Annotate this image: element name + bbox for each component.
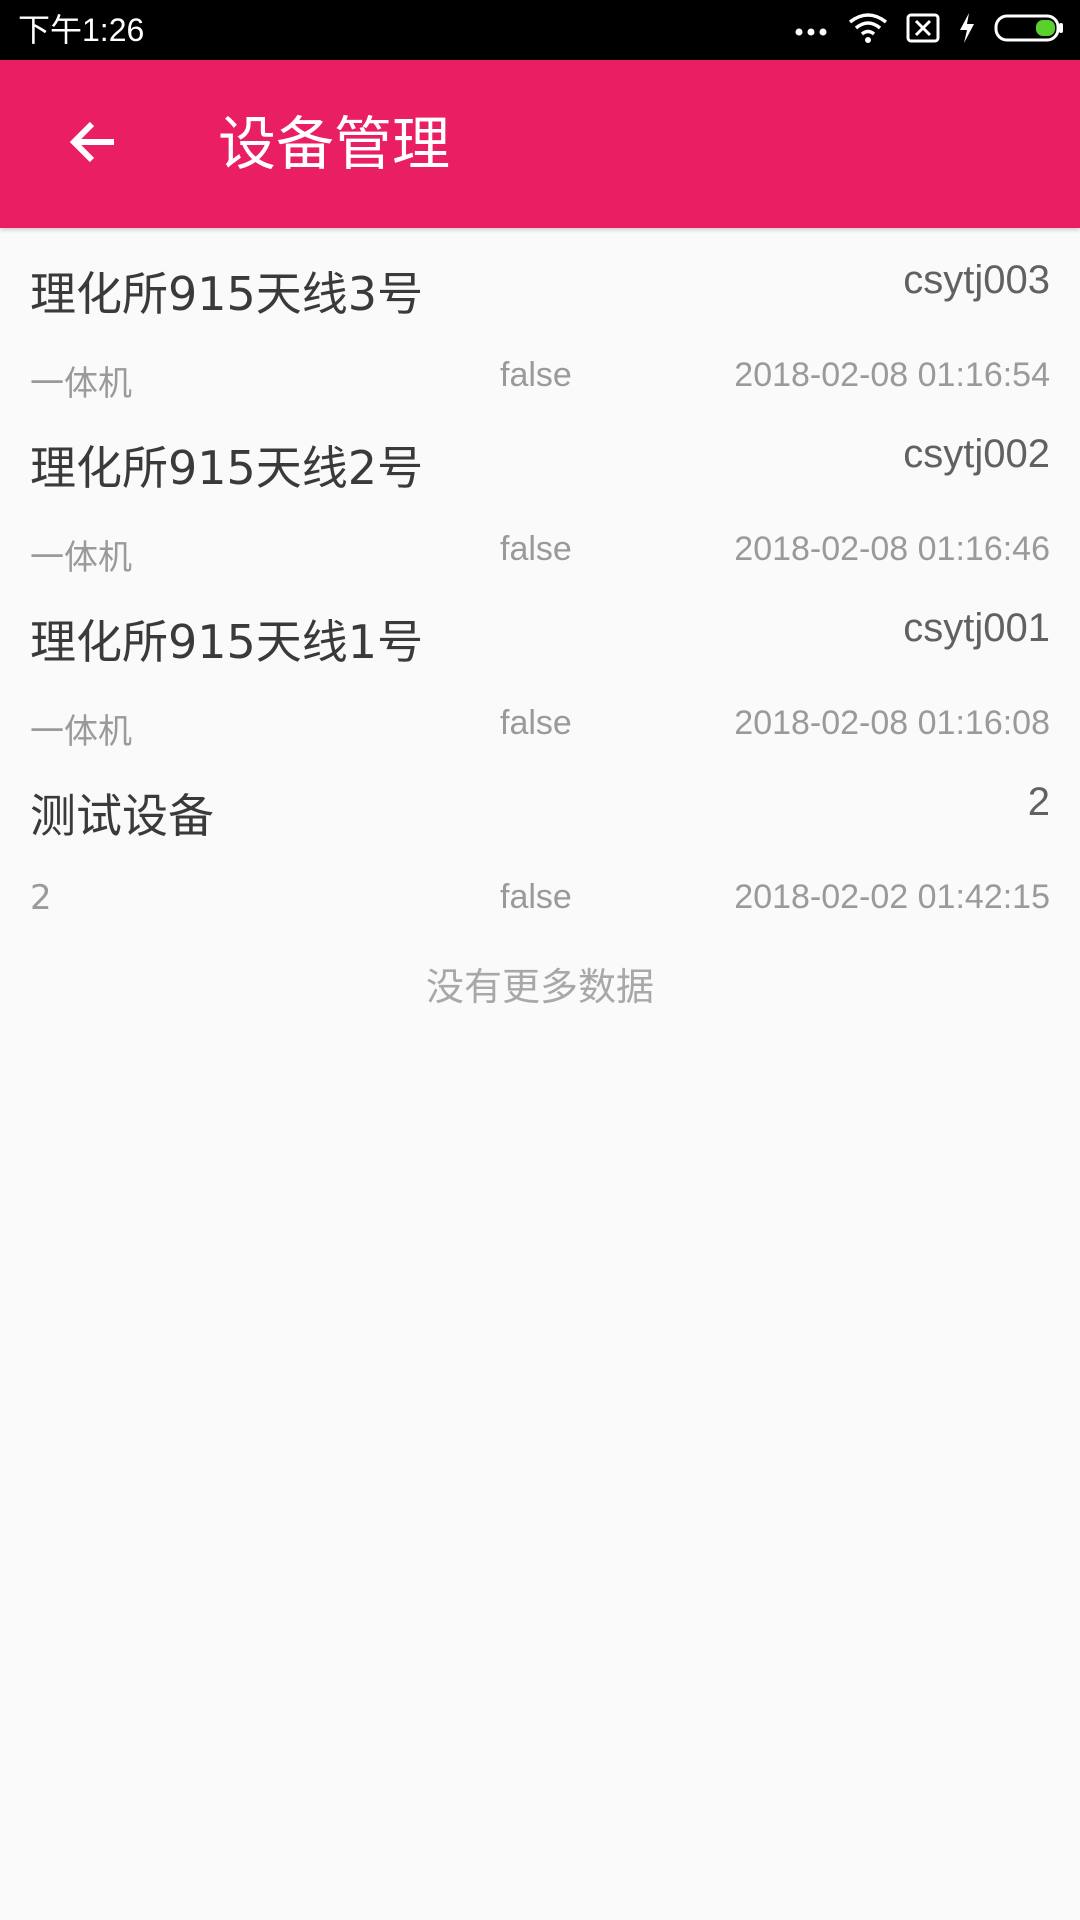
device-type: 2 bbox=[30, 878, 52, 918]
status-time: 下午1:26 bbox=[18, 12, 145, 48]
device-item[interactable]: 理化所915天线2号 csytj002 一体机 false 2018-02-08… bbox=[0, 402, 1080, 578]
device-name: 测试设备 bbox=[30, 789, 214, 843]
page-title: 设备管理 bbox=[218, 110, 451, 178]
wifi-icon bbox=[848, 12, 888, 48]
device-code: csytj001 bbox=[903, 606, 1050, 650]
device-item[interactable]: 测试设备 2 2 false 2018-02-02 01:42:15 bbox=[0, 750, 1080, 924]
device-list: 理化所915天线3号 csytj003 一体机 false 2018-02-08… bbox=[0, 228, 1080, 924]
device-type: 一体机 bbox=[30, 364, 132, 404]
device-time: 2018-02-08 01:16:08 bbox=[734, 704, 1050, 742]
battery-icon bbox=[994, 13, 1064, 47]
more-dots-icon bbox=[794, 21, 830, 40]
device-code: csytj003 bbox=[903, 258, 1050, 302]
device-type: 一体机 bbox=[30, 538, 132, 578]
status-icons bbox=[794, 0, 1064, 60]
device-name: 理化所915天线3号 bbox=[30, 267, 424, 321]
device-item[interactable]: 理化所915天线1号 csytj001 一体机 false 2018-02-08… bbox=[0, 576, 1080, 752]
device-time: 2018-02-08 01:16:46 bbox=[734, 530, 1050, 568]
device-item[interactable]: 理化所915天线3号 csytj003 一体机 false 2018-02-08… bbox=[0, 228, 1080, 404]
back-button[interactable] bbox=[44, 96, 140, 192]
device-code: csytj002 bbox=[903, 432, 1050, 476]
device-name: 理化所915天线2号 bbox=[30, 441, 424, 495]
device-status: false bbox=[500, 878, 572, 916]
device-code: 2 bbox=[1027, 780, 1050, 824]
device-type: 一体机 bbox=[30, 712, 132, 752]
device-name: 理化所915天线1号 bbox=[30, 615, 424, 669]
app-bar: 设备管理 bbox=[0, 60, 1080, 228]
device-time: 2018-02-08 01:16:54 bbox=[734, 356, 1050, 394]
device-status: false bbox=[500, 356, 572, 394]
device-status: false bbox=[500, 704, 572, 742]
status-bar: 下午1:26 bbox=[0, 0, 1080, 60]
device-time: 2018-02-02 01:42:15 bbox=[734, 878, 1050, 916]
no-more-data-text: 没有更多数据 bbox=[425, 965, 654, 1009]
device-status: false bbox=[500, 530, 572, 568]
arrow-left-icon bbox=[64, 114, 120, 174]
charging-icon bbox=[958, 12, 976, 48]
sim-off-icon bbox=[906, 13, 940, 47]
